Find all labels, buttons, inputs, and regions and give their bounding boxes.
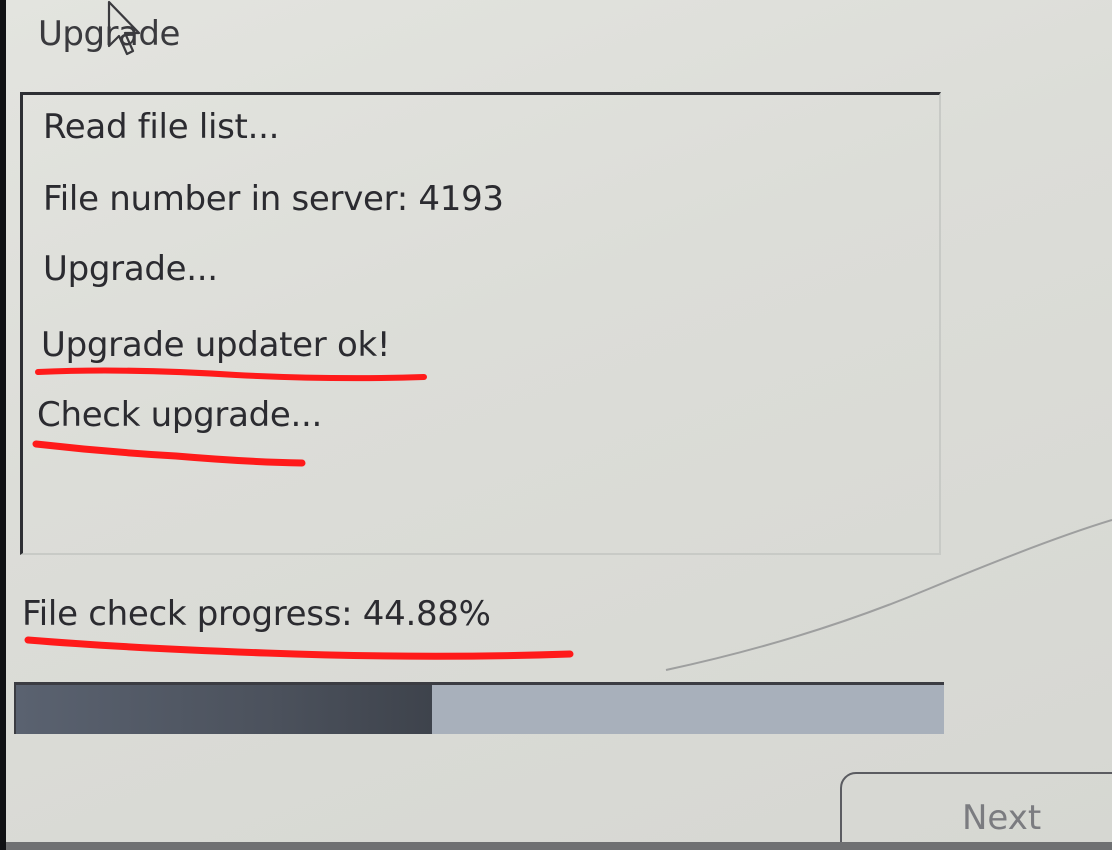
red-underline-progress — [24, 636, 574, 660]
progress-bar-fill — [16, 685, 433, 734]
file-check-progress-bar — [14, 682, 944, 734]
log-line-upgrade: Upgrade... — [43, 249, 218, 289]
log-line-file-number: File number in server: 4193 — [43, 179, 504, 219]
next-button[interactable]: Next — [840, 772, 1112, 850]
mouse-pointer-icon — [107, 0, 141, 56]
log-output-box: Read file list... File number in server:… — [20, 92, 941, 555]
upgrade-screen: Upgrade Read file list... File number in… — [6, 0, 1112, 850]
next-button-label: Next — [962, 798, 1042, 838]
file-check-progress-label: File check progress: 44.88% — [22, 594, 491, 634]
log-line-check-upgrade: Check upgrade... — [37, 395, 323, 435]
log-line-read-file-list: Read file list... — [43, 107, 280, 147]
log-line-upgrade-updater-ok: Upgrade updater ok! — [41, 325, 391, 365]
screen-bottom-edge — [6, 842, 1112, 850]
